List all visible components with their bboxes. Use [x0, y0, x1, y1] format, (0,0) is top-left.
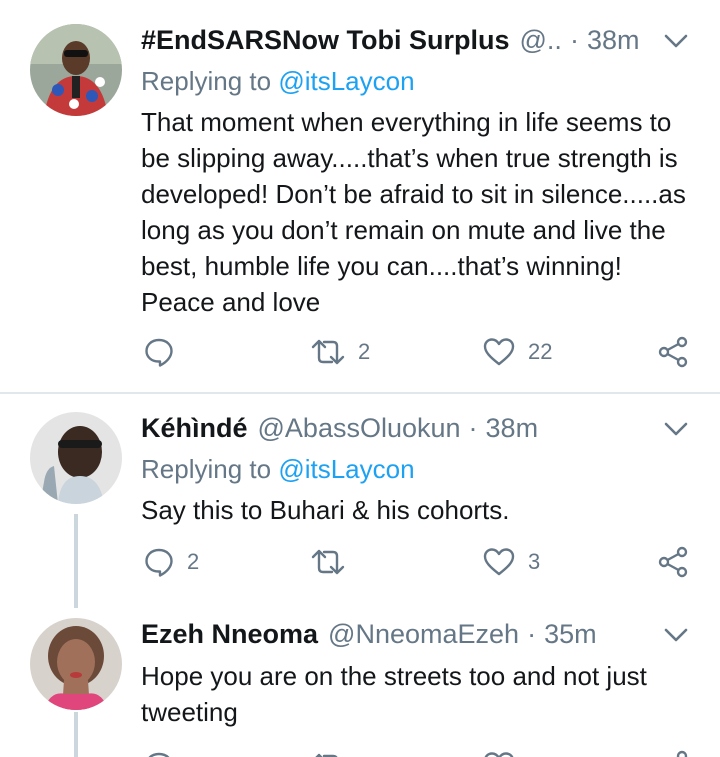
replying-to-label: Replying to — [141, 454, 272, 484]
timestamp[interactable]: 38m — [587, 25, 640, 56]
retweet-icon — [311, 339, 345, 365]
tweet-actions — [0, 750, 720, 757]
timestamp[interactable]: 35m — [544, 619, 597, 650]
tweet-1[interactable]: #EndSARSNow Tobi Surplus @.. · 38m Reply… — [0, 0, 720, 392]
replying-to: Replying to @itsLaycon — [141, 66, 415, 97]
heart-icon — [483, 548, 515, 576]
avatar[interactable] — [30, 412, 122, 504]
share-button[interactable] — [656, 546, 690, 578]
avatar-image — [30, 618, 122, 710]
thread-line — [74, 514, 78, 608]
chevron-down-icon[interactable] — [663, 420, 689, 438]
share-button[interactable] — [656, 750, 690, 757]
username[interactable]: @.. — [520, 25, 562, 56]
tweet-actions: 2 22 — [0, 336, 720, 376]
replying-to-label: Replying to — [141, 66, 272, 96]
username[interactable]: @AbassOluokun — [258, 413, 461, 444]
retweet-button[interactable] — [310, 750, 346, 757]
thread-line — [74, 712, 78, 757]
reply-icon — [145, 338, 173, 367]
retweet-button[interactable]: 2 — [310, 336, 370, 368]
heart-icon — [483, 338, 515, 366]
like-count: 3 — [528, 549, 541, 574]
tweet-header: Ezeh Nneoma @NneomaEzeh · 35m — [141, 619, 680, 655]
like-button[interactable]: 22 — [482, 336, 552, 368]
heart-icon — [484, 752, 514, 757]
reply-button[interactable]: 2 — [143, 546, 199, 578]
tweet-header: Kéhìndé @AbassOluokun · 38m — [141, 413, 680, 449]
share-icon — [658, 336, 688, 368]
display-name[interactable]: Kéhìndé — [141, 413, 248, 444]
separator-dot: · — [569, 25, 579, 55]
share-button[interactable] — [656, 336, 690, 368]
tweet-text: Hope you are on the streets too and not … — [141, 661, 647, 727]
tweet-3[interactable]: Ezeh Nneoma @NneomaEzeh · 35m Hope you a… — [0, 600, 720, 757]
retweet-icon — [315, 753, 338, 757]
reply-icon — [145, 548, 173, 577]
reply-button[interactable] — [143, 336, 187, 368]
avatar-image — [30, 24, 122, 116]
like-button[interactable]: 3 — [482, 546, 540, 578]
replying-to: Replying to @itsLaycon — [141, 454, 415, 485]
like-count: 22 — [528, 339, 553, 364]
chevron-down-icon[interactable] — [663, 32, 689, 50]
display-name[interactable]: Ezeh Nneoma — [141, 619, 318, 650]
avatar[interactable] — [30, 618, 122, 710]
tweet-2[interactable]: Kéhìndé @AbassOluokun · 38m Replying to … — [0, 394, 720, 614]
retweet-icon — [311, 549, 345, 575]
separator-dot: · — [468, 413, 478, 443]
like-button[interactable] — [482, 750, 516, 757]
retweet-count: 2 — [358, 339, 371, 364]
reply-icon — [148, 752, 170, 757]
tweet-text: That moment when everything in life seem… — [141, 107, 686, 317]
replying-to-mention[interactable]: @itsLaycon — [278, 454, 414, 484]
timestamp[interactable]: 38m — [486, 413, 539, 444]
tweet-actions: 2 3 — [0, 546, 720, 586]
display-name[interactable]: #EndSARSNow Tobi Surplus — [141, 25, 510, 56]
avatar[interactable] — [30, 24, 122, 116]
reply-count: 2 — [187, 549, 200, 574]
replying-to-mention[interactable]: @itsLaycon — [278, 66, 414, 96]
separator-dot: · — [527, 619, 537, 649]
reply-button[interactable] — [143, 750, 175, 757]
tweet-text: Say this to Buhari & his cohorts. — [141, 495, 510, 525]
share-icon — [658, 546, 688, 578]
username[interactable]: @NneomaEzeh — [328, 619, 519, 650]
chevron-down-icon[interactable] — [663, 626, 689, 644]
avatar-image — [30, 412, 122, 504]
tweet-header: #EndSARSNow Tobi Surplus @.. · 38m — [141, 25, 680, 61]
retweet-button[interactable] — [310, 546, 358, 578]
share-icon — [676, 750, 688, 757]
